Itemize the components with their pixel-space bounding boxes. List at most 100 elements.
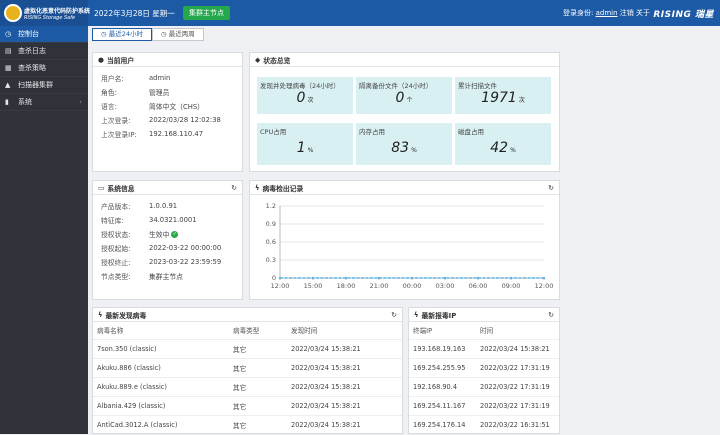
refresh-icon[interactable]: ↻ bbox=[231, 184, 237, 192]
found-time: 2022/03/24 15:38:21 bbox=[287, 415, 402, 435]
table-row[interactable]: 193.168.19.163 2022/03/24 15:38:21 bbox=[409, 339, 559, 359]
virus-type: 其它 bbox=[229, 415, 287, 435]
stat-value: 42 bbox=[490, 140, 509, 156]
data-point bbox=[542, 276, 546, 280]
tab-two-weeks[interactable]: ◷ 最近两周 bbox=[152, 28, 204, 41]
virus-type: 其它 bbox=[229, 339, 287, 359]
info-key: 授权状态: bbox=[101, 231, 131, 239]
panel-title: 当前用户 bbox=[106, 56, 135, 65]
latest-virus-panel: ϟ 最新发现病毒 ↻ 病毒名称 病毒类型 发现时间 7son.350 (classic)… bbox=[92, 307, 403, 435]
panel-header: ϟ 病毒检出记录 ↻ bbox=[250, 181, 559, 195]
list-icon: ▤ bbox=[5, 47, 12, 55]
tab-24h[interactable]: ◷ 最近24小时 bbox=[92, 28, 153, 41]
lion-logo-icon bbox=[4, 4, 22, 22]
sidebar-item-cluster[interactable]: ▲ 扫描器集群 bbox=[0, 77, 88, 94]
lightning-icon: ϟ bbox=[255, 183, 260, 192]
info-key: 上次登录: bbox=[101, 117, 131, 125]
lightning-icon: ϟ bbox=[414, 310, 419, 319]
panel-title: 最新报毒IP bbox=[421, 311, 457, 320]
column-header: 终端IP bbox=[409, 322, 476, 340]
table-row[interactable]: 169.254.11.167 2022/03/22 17:31:19 bbox=[409, 396, 559, 416]
current-user-panel: ● 当前用户 用户名: admin 角色: 管理员 语言: 简体中文（CHS） 上次登录… bbox=[92, 52, 243, 172]
y-tick-label: 0.9 bbox=[266, 220, 276, 228]
panel-header: ϟ 最新报毒IP ↻ bbox=[409, 308, 559, 322]
table-row[interactable]: Akuku.886 (classic) 其它 2022/03/24 15:38:21 bbox=[93, 358, 402, 378]
info-value: 2022-03-22 00:00:00 bbox=[149, 244, 222, 252]
sidebar-item-policy[interactable]: ▦ 查杀策略 bbox=[0, 60, 88, 77]
user-icon: ● bbox=[98, 55, 104, 64]
table-row[interactable]: 192.168.90.4 2022/03/22 17:31:19 bbox=[409, 377, 559, 397]
sidebar: ◷ 控制台 ▤ 查杀日志 ▦ 查杀策略 ▲ 扫描器集群 ▮ 系统 › bbox=[0, 26, 88, 434]
virus-chart-panel: ϟ 病毒检出记录 ↻ 0 0.3 0.6 0.9 1.2 12:00 15:00 18:00 21:… bbox=[249, 180, 560, 300]
x-tick-label: 12:00 bbox=[271, 282, 290, 290]
column-header: 发现时间 bbox=[287, 322, 402, 340]
refresh-icon[interactable]: ↻ bbox=[391, 311, 397, 319]
info-row: 上次登录: 2022/03/28 12:02:38 bbox=[101, 113, 242, 127]
report-time: 2022/03/22 17:31:19 bbox=[476, 396, 559, 416]
x-tick-label: 18:00 bbox=[337, 282, 356, 290]
column-header: 时间 bbox=[476, 322, 559, 340]
table-row[interactable]: 169.254.255.95 2022/03/22 17:31:19 bbox=[409, 358, 559, 378]
terminal-ip: 169.254.176.14 bbox=[409, 415, 476, 435]
stat-memory: 内存占用 83% bbox=[356, 123, 452, 165]
found-time: 2022/03/24 15:38:21 bbox=[287, 358, 402, 378]
stat-label: 发现并处理病毒（24小时） bbox=[260, 82, 340, 90]
logout-link[interactable]: 注销 bbox=[620, 9, 634, 17]
data-point bbox=[344, 276, 348, 280]
x-tick-label: 15:00 bbox=[304, 282, 323, 290]
tab-label: 最近两周 bbox=[168, 30, 195, 38]
refresh-icon[interactable]: ↻ bbox=[548, 184, 554, 192]
table-row[interactable]: Albania.429 (classic) 其它 2022/03/24 15:38:… bbox=[93, 396, 402, 416]
terminal-ip: 169.254.11.167 bbox=[409, 396, 476, 416]
info-value: 集群主节点 bbox=[149, 273, 183, 281]
sidebar-item-console[interactable]: ◷ 控制台 bbox=[0, 26, 88, 43]
sidebar-item-label: 查杀日志 bbox=[18, 47, 46, 55]
table-row[interactable]: Akuku.889.e (classic) 其它 2022/03/24 15:38:… bbox=[93, 377, 402, 397]
stat-value: 1971 bbox=[481, 90, 517, 106]
ip-table: 终端IP 时间 193.168.19.163 2022/03/24 15:38:21… bbox=[409, 322, 559, 435]
refresh-icon[interactable]: ↻ bbox=[548, 311, 554, 319]
system-info-panel: ▭ 系统信息 ↻ 产品版本: 1.0.0.91 特征库: 34.0321.0001 授权… bbox=[92, 180, 243, 300]
info-key: 产品版本: bbox=[101, 203, 131, 211]
stat-unit: 次 bbox=[307, 97, 314, 104]
table-row[interactable]: 169.254.176.14 2022/03/22 16:31:51 bbox=[409, 415, 559, 435]
sidebar-item-system[interactable]: ▮ 系统 › bbox=[0, 94, 88, 111]
info-key: 授权终止: bbox=[101, 259, 131, 267]
stat-value: 1 bbox=[296, 140, 306, 156]
report-time: 2022/03/22 17:31:19 bbox=[476, 377, 559, 397]
info-row: 上次登录IP: 192.168.110.47 bbox=[101, 127, 242, 141]
stat-unit: 个 bbox=[406, 97, 413, 104]
table-row[interactable]: AntiCad.3012.A (classic) 其它 2022/03/24 15:… bbox=[93, 415, 402, 435]
stat-label: 隔离备份文件（24小时） bbox=[359, 82, 433, 90]
data-point bbox=[443, 276, 447, 280]
virus-line-chart: 0 0.3 0.6 0.9 1.2 12:00 15:00 18:00 21:00 00:00 03… bbox=[266, 202, 554, 290]
info-key: 特征库: bbox=[101, 217, 124, 225]
stat-unit: 次 bbox=[518, 97, 525, 104]
user-link[interactable]: admin bbox=[596, 9, 618, 17]
logo-subtitle: RISING Storage Safe bbox=[24, 15, 76, 21]
about-link[interactable]: 关于 bbox=[636, 9, 650, 17]
sidebar-item-logs[interactable]: ▤ 查杀日志 bbox=[0, 43, 88, 60]
check-circle-icon: ✓ bbox=[171, 230, 179, 238]
report-time: 2022/03/22 17:31:19 bbox=[476, 358, 559, 378]
info-value: 管理员 bbox=[149, 89, 170, 97]
terminal-ip: 169.254.255.95 bbox=[409, 358, 476, 378]
stat-value: 83 bbox=[391, 140, 410, 156]
lightning-icon: ϟ bbox=[98, 310, 103, 319]
table-row[interactable]: 7son.350 (classic) 其它 2022/03/24 15:38:21 bbox=[93, 339, 402, 359]
y-tick-label: 0 bbox=[272, 274, 276, 282]
info-value: 34.0321.0001 bbox=[149, 216, 197, 224]
stat-unit: % bbox=[411, 147, 417, 154]
stat-label: 磁盘占用 bbox=[458, 128, 484, 136]
top-bar: 虚拟化恶意代码防护系统 RISING Storage Safe 2022年3月2… bbox=[0, 0, 720, 26]
stat-quarantine: 隔离备份文件（24小时） 0 个 bbox=[356, 77, 452, 114]
sidebar-item-label: 扫描器集群 bbox=[18, 81, 53, 89]
virus-name: Akuku.886 (classic) bbox=[93, 358, 229, 378]
info-row: 节点类型: 集群主节点 bbox=[101, 269, 242, 283]
data-point bbox=[311, 276, 315, 280]
stat-unit: % bbox=[307, 147, 314, 154]
stat-unit: % bbox=[510, 147, 516, 154]
status-overview-panel: ◆ 状态总览 发现并处理病毒（24小时） 0 次 隔离备份文件（24小时） 0 个 累计扫… bbox=[249, 52, 560, 172]
node-type-button[interactable]: 集群主节点 bbox=[183, 6, 230, 20]
column-header: 病毒类型 bbox=[229, 322, 287, 340]
